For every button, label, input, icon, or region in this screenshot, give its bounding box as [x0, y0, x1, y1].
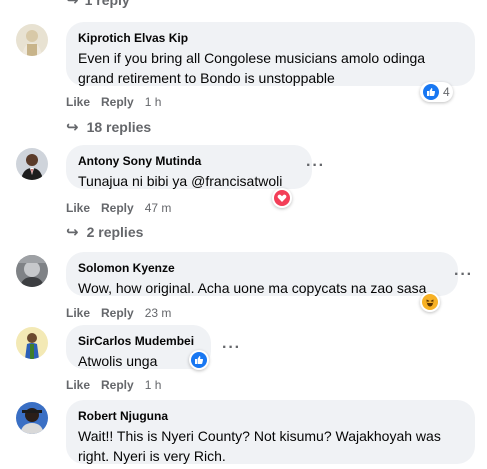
avatar[interactable]: [16, 24, 48, 56]
comment-timestamp[interactable]: 23 m: [145, 306, 172, 320]
comment-text: Even if you bring all Congolese musician…: [78, 50, 426, 86]
comment-author[interactable]: Antony Sony Mutinda: [78, 153, 300, 169]
reaction-summary[interactable]: 4: [420, 82, 453, 102]
comment-author[interactable]: Kiprotich Elvas Kip: [78, 30, 463, 46]
avatar[interactable]: [16, 148, 48, 180]
like-button[interactable]: Like: [66, 201, 90, 215]
reply-arrow-icon: ↪: [66, 224, 79, 241]
comment-timestamp[interactable]: 47 m: [145, 201, 172, 215]
avatar[interactable]: [16, 327, 48, 359]
comment: Kiprotich Elvas Kip Even if you bring al…: [16, 22, 476, 136]
reply-button[interactable]: Reply: [101, 378, 134, 392]
like-icon: [423, 84, 439, 100]
comment-bubble: Robert Njuguna Wait!! This is Nyeri Coun…: [66, 400, 475, 464]
comment: Antony Sony Mutinda Tunajua ni bibi ya @…: [16, 145, 476, 245]
comment-text: Wait!! This is Nyeri County? Not kisumu?…: [78, 428, 441, 464]
comment-bubble: Kiprotich Elvas Kip Even if you bring al…: [66, 22, 475, 86]
replies-label: 2 replies: [86, 224, 144, 240]
comment-author[interactable]: Solomon Kyenze: [78, 260, 446, 276]
like-button[interactable]: Like: [66, 378, 90, 392]
like-button[interactable]: Like: [66, 306, 90, 320]
comment-timestamp[interactable]: 1 h: [145, 95, 162, 109]
reply-button[interactable]: Reply: [101, 201, 134, 215]
reply-button[interactable]: Reply: [101, 306, 134, 320]
comment-actions: Like Reply 47 m: [66, 201, 171, 215]
more-options-icon[interactable]: ···: [306, 157, 325, 175]
reply-button[interactable]: Reply: [101, 95, 134, 109]
comment-bubble: Solomon Kyenze Wow, how original. Acha u…: [66, 252, 458, 296]
reply-arrow-icon: ↪: [66, 119, 79, 136]
reaction-summary[interactable]: [272, 188, 292, 208]
replies-link[interactable]: ↪ 18 replies: [66, 118, 151, 136]
comment-timestamp[interactable]: 1 h: [145, 378, 162, 392]
comment-actions: Like Reply 1 h: [66, 378, 161, 392]
comment-actions: Like Reply 1 h: [66, 95, 161, 109]
comment-author[interactable]: SirCarlos Mudembei: [78, 333, 199, 349]
comment: SirCarlos Mudembei Atwolis unga ··· Like…: [16, 325, 476, 397]
comment: Robert Njuguna Wait!! This is Nyeri Coun…: [16, 400, 476, 469]
more-options-icon[interactable]: ···: [454, 266, 473, 284]
replies-label: 18 replies: [86, 119, 152, 135]
comment-bubble: Antony Sony Mutinda Tunajua ni bibi ya @…: [66, 145, 312, 189]
replies-label: 1 reply: [84, 0, 130, 8]
replies-link[interactable]: ↪ 2 replies: [66, 223, 143, 241]
comment-text: Atwolis unga: [78, 353, 158, 369]
comment-author[interactable]: Robert Njuguna: [78, 408, 463, 424]
more-options-icon[interactable]: ···: [222, 339, 241, 357]
like-icon: [191, 352, 207, 368]
avatar[interactable]: [16, 402, 48, 434]
reply-arrow-icon: ↪: [66, 0, 79, 9]
comment-text: Wow, how original. Acha uone ma copycats…: [78, 280, 427, 296]
reaction-count: 4: [443, 85, 450, 99]
love-icon: [274, 190, 290, 206]
comment-text: Tunajua ni bibi ya @francisatwoli: [78, 173, 283, 189]
like-button[interactable]: Like: [66, 95, 90, 109]
avatar[interactable]: [16, 255, 48, 287]
replies-link[interactable]: ↪ 1 reply: [66, 0, 130, 9]
reaction-summary[interactable]: [189, 350, 209, 370]
reaction-summary[interactable]: [420, 292, 440, 312]
comment: Solomon Kyenze Wow, how original. Acha u…: [16, 252, 476, 322]
comment-actions: Like Reply 23 m: [66, 306, 171, 320]
haha-icon: [422, 294, 438, 310]
